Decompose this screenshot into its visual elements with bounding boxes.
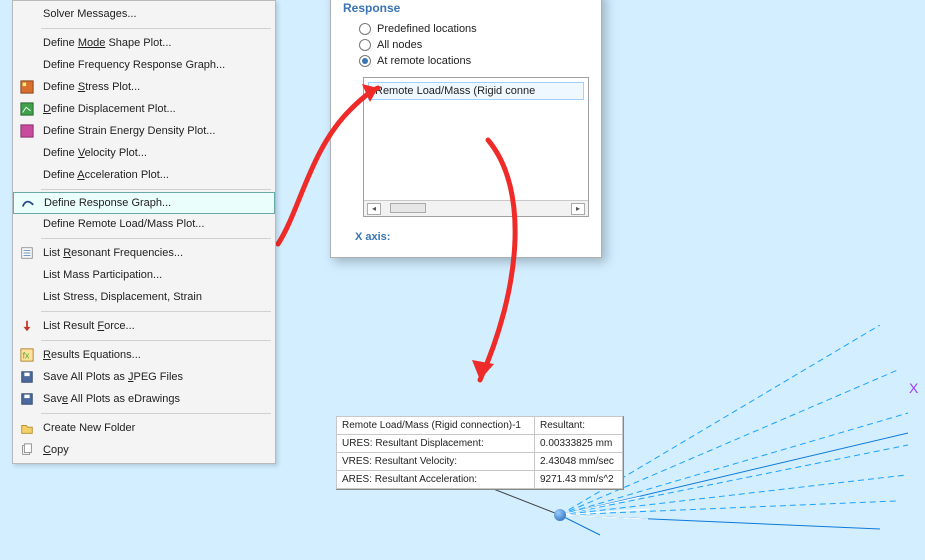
blank-icon: [17, 35, 37, 51]
menu-item-label: Define Velocity Plot...: [43, 147, 147, 159]
curve-icon: [18, 195, 38, 211]
option-predefined-locations[interactable]: Predefined locations: [359, 23, 589, 35]
blank-icon: [17, 289, 37, 305]
strain-icon: [17, 123, 37, 139]
menu-item-resulteq[interactable]: fx Results Equations...: [13, 344, 275, 366]
menu-item-freq-resp[interactable]: Define Frequency Response Graph...: [13, 54, 275, 76]
results-row-label: VRES: Resultant Velocity:: [336, 452, 535, 471]
results-row-label: URES: Resultant Displacement:: [336, 434, 535, 453]
menu-item-label: Save All Plots as JPEG Files: [43, 371, 183, 383]
menu-item-stress[interactable]: Define Stress Plot...: [13, 76, 275, 98]
menu-item-resonant[interactable]: List Resonant Frequencies...: [13, 242, 275, 264]
menu-item-listsds[interactable]: List Stress, Displacement, Strain: [13, 286, 275, 308]
blank-icon: [17, 6, 37, 22]
list-icon: [17, 245, 37, 261]
scroll-left-button[interactable]: ◂: [367, 203, 381, 215]
panel-title: Response: [343, 1, 589, 15]
menu-item-label: Solver Messages...: [43, 8, 137, 20]
option-label: Predefined locations: [377, 23, 477, 35]
menu-item-disp[interactable]: Define Displacement Plot...: [13, 98, 275, 120]
menu-item-label: Copy: [43, 444, 69, 456]
menu-separator: [41, 311, 271, 312]
remote-locations-listbox[interactable]: Remote Load/Mass (Rigid conne ◂ ▸: [363, 77, 589, 217]
blank-icon: [17, 267, 37, 283]
folder-icon: [17, 420, 37, 436]
menu-item-label: Define Frequency Response Graph...: [43, 59, 225, 71]
menu-item-strain[interactable]: Define Strain Energy Density Plot...: [13, 120, 275, 142]
scroll-right-button[interactable]: ▸: [571, 203, 585, 215]
menu-item-label: List Result Force...: [43, 320, 135, 332]
menu-item-label: Define Stress Plot...: [43, 81, 140, 93]
menu-item-resp-graph[interactable]: Define Response Graph...: [13, 192, 275, 214]
results-row-value: 9271.43 mm/s^2: [534, 470, 623, 489]
results-row-value: 0.00333825 mm: [534, 434, 623, 453]
horizontal-scrollbar[interactable]: ◂ ▸: [364, 200, 588, 216]
menu-item-velocity[interactable]: Define Velocity Plot...: [13, 142, 275, 164]
menu-separator: [41, 189, 271, 190]
blank-icon: [17, 57, 37, 73]
menu-item-resultforce[interactable]: List Result Force...: [13, 315, 275, 337]
menu-item-label: List Stress, Displacement, Strain: [43, 291, 202, 303]
stress-icon: [17, 79, 37, 95]
menu-item-label: List Mass Participation...: [43, 269, 162, 281]
option-label: All nodes: [377, 39, 422, 51]
menu-item-saveedraw[interactable]: Save All Plots as eDrawings: [13, 388, 275, 410]
menu-item-massp[interactable]: List Mass Participation...: [13, 264, 275, 286]
menu-separator: [41, 413, 271, 414]
radio-icon: [359, 39, 371, 51]
menu-separator: [41, 340, 271, 341]
menu-separator: [41, 238, 271, 239]
save-icon: [17, 391, 37, 407]
x-axis-section-label: X axis:: [355, 231, 589, 243]
menu-item-label: Define Mode Shape Plot...: [43, 37, 171, 49]
menu-item-label: Define Response Graph...: [44, 197, 171, 209]
axis-x-label: X: [909, 380, 918, 396]
copy-icon: [17, 442, 37, 458]
menu-item-accel[interactable]: Define Acceleration Plot...: [13, 164, 275, 186]
option-all-nodes[interactable]: All nodes: [359, 39, 589, 51]
blank-icon: [17, 216, 37, 232]
blank-icon: [17, 145, 37, 161]
menu-item-label: Create New Folder: [43, 422, 135, 434]
menu-item-copy[interactable]: Copy: [13, 439, 275, 461]
menu-item-label: Define Acceleration Plot...: [43, 169, 169, 181]
menu-item-mode-shape[interactable]: Define Mode Shape Plot...: [13, 32, 275, 54]
save-icon: [17, 369, 37, 385]
results-row-value: 2.43048 mm/sec: [534, 452, 623, 471]
point-marker-icon: [554, 509, 566, 521]
eq-icon: fx: [17, 347, 37, 363]
menu-separator: [41, 28, 271, 29]
menu-item-label: Define Remote Load/Mass Plot...: [43, 218, 204, 230]
svg-text:fx: fx: [23, 351, 30, 361]
menu-item-label: Save All Plots as eDrawings: [43, 393, 180, 405]
results-header-left: Remote Load/Mass (Rigid connection)-1: [336, 416, 535, 435]
results-row-label: ARES: Resultant Acceleration:: [336, 470, 535, 489]
force-icon: [17, 318, 37, 334]
option-label: At remote locations: [377, 55, 471, 67]
blank-icon: [17, 167, 37, 183]
results-tooltip: Remote Load/Mass (Rigid connection)-1 Re…: [336, 416, 624, 490]
radio-icon: [359, 55, 371, 67]
menu-item-label: Results Equations...: [43, 349, 141, 361]
scroll-track[interactable]: [384, 203, 568, 215]
radio-icon: [359, 23, 371, 35]
menu-item-remote-load[interactable]: Define Remote Load/Mass Plot...: [13, 213, 275, 235]
scroll-thumb[interactable]: [390, 203, 426, 213]
menu-item-label: Define Displacement Plot...: [43, 103, 176, 115]
option-at-remote-locations[interactable]: At remote locations: [359, 55, 589, 67]
response-panel: Response Predefined locations All nodes …: [330, 0, 602, 258]
context-menu: Solver Messages... Define Mode Shape Plot…: [12, 0, 276, 464]
disp-icon: [17, 101, 37, 117]
menu-item-label: List Resonant Frequencies...: [43, 247, 183, 259]
results-header-right: Resultant:: [534, 416, 623, 435]
menu-item-label: Define Strain Energy Density Plot...: [43, 125, 215, 137]
menu-item-solver[interactable]: Solver Messages...: [13, 3, 275, 25]
menu-item-savejpeg[interactable]: Save All Plots as JPEG Files: [13, 366, 275, 388]
menu-item-newfolder[interactable]: Create New Folder: [13, 417, 275, 439]
list-item[interactable]: Remote Load/Mass (Rigid conne: [368, 82, 584, 100]
